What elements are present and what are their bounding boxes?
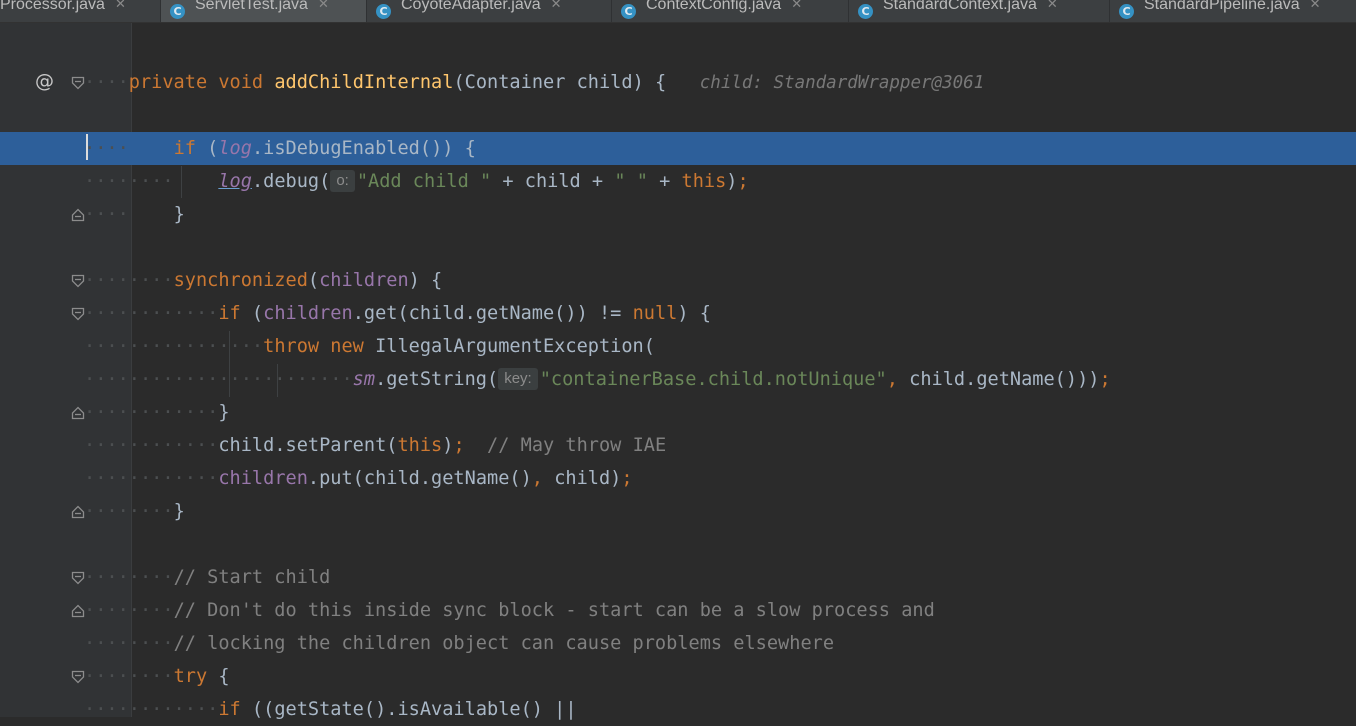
code-text: .isDebugEnabled()) {	[251, 138, 476, 159]
keyword: if	[218, 303, 241, 324]
tab-label: StandardPipeline.java	[1144, 0, 1300, 13]
field-ref: sm	[352, 369, 376, 390]
close-icon[interactable]: ✕	[791, 0, 802, 12]
comment: // Don't do this inside sync block - sta…	[173, 600, 935, 621]
tab-label: CoyoteAdapter.java	[401, 0, 541, 13]
code-text: (	[240, 303, 264, 324]
code-text: .get(child.getName()) !=	[352, 303, 633, 324]
code-text: ,	[531, 468, 543, 489]
class-icon: C	[1119, 3, 1134, 19]
keyword: try	[173, 666, 208, 687]
string-literal: " "	[614, 171, 648, 192]
code-line[interactable]: ········// locking the children object c…	[0, 627, 1356, 660]
code-line[interactable]: ············}	[0, 396, 1356, 429]
code-line[interactable]: ···· }	[0, 198, 1356, 231]
tab-label: StandardContext.java	[883, 0, 1037, 13]
keyword: private void	[128, 72, 264, 93]
keyword: null	[632, 303, 678, 324]
tab-label: ServletTest.java	[195, 0, 308, 13]
code-text: .getString(	[375, 369, 499, 390]
tab-processor-java[interactable]: Processor.java ✕	[0, 0, 161, 22]
comment: // May throw IAE	[464, 435, 667, 456]
string-literal: "containerBase.child.notUnique"	[539, 369, 887, 390]
close-icon[interactable]: ✕	[115, 0, 126, 12]
comment: // Start child	[173, 567, 331, 588]
code-text: ;	[737, 171, 749, 192]
code-text: ;	[453, 435, 465, 456]
parameter-hint: o:	[330, 170, 355, 192]
comment: // locking the children object can cause…	[173, 633, 835, 654]
code-text: }	[218, 402, 230, 423]
code-line[interactable]: ········synchronized(children) {	[0, 264, 1356, 297]
editor-tab-bar: Processor.java ✕ C ServletTest.java ✕ C …	[0, 0, 1356, 23]
code-line[interactable]: ············if (children.get(child.getNa…	[0, 297, 1356, 330]
code-text: +	[647, 171, 682, 192]
code-text: ;	[1099, 369, 1111, 390]
tab-contextconfig-java[interactable]: C ContextConfig.java ✕	[612, 0, 849, 22]
code-text: (Container child) {	[453, 72, 667, 93]
code-text: }	[173, 204, 185, 225]
code-line[interactable]: ········}	[0, 495, 1356, 528]
keyword: if	[173, 138, 196, 159]
close-icon[interactable]: ✕	[551, 0, 562, 12]
code-text: (	[307, 270, 320, 291]
field-ref: log	[218, 171, 252, 192]
parameter-hint: key:	[498, 368, 538, 390]
code-text: ) {	[677, 303, 711, 324]
code-text: )	[442, 435, 454, 456]
field-ref: log	[218, 138, 252, 159]
method-name: addChildInternal	[274, 72, 454, 93]
code-text: )	[726, 171, 738, 192]
code-line[interactable]: ············if ((getState().isAvailable(…	[0, 693, 1356, 726]
code-text: child)	[543, 468, 622, 489]
code-text: child.setParent(	[218, 435, 398, 456]
text-caret	[86, 134, 88, 160]
tab-coyoteadapter-java[interactable]: C CoyoteAdapter.java ✕	[367, 0, 612, 22]
code-text: .put(child.getName()	[307, 468, 532, 489]
tab-standardpipeline-java[interactable]: C StandardPipeline.java ✕	[1110, 0, 1356, 22]
code-line[interactable]: ············children.put(child.getName()…	[0, 462, 1356, 495]
code-line[interactable]: ························sm.getString(key…	[0, 363, 1356, 396]
code-line[interactable]: ····private void addChildInternal(Contai…	[0, 66, 1356, 99]
code-line[interactable]: ············child.setParent(this); // Ma…	[0, 429, 1356, 462]
code-text: }	[173, 501, 185, 522]
close-icon[interactable]: ✕	[1047, 0, 1058, 12]
code-text: IllegalArgumentException(	[363, 336, 655, 357]
code-text: ) {	[408, 270, 443, 291]
code-text: ;	[621, 468, 633, 489]
keyword: this	[397, 435, 443, 456]
field-ref: children	[319, 270, 409, 291]
keyword: this	[681, 171, 727, 192]
code-text: + child +	[491, 171, 615, 192]
tab-servlettest-java[interactable]: C ServletTest.java ✕	[161, 0, 367, 22]
class-icon: C	[376, 3, 391, 19]
class-icon: C	[170, 3, 185, 19]
code-line[interactable]: ········ log.debug(o: "Add child " + chil…	[0, 165, 1356, 198]
code-text: ,	[886, 369, 898, 390]
code-text: (	[207, 138, 219, 159]
string-literal: "Add child "	[356, 171, 492, 192]
code-text: child.getName()))	[897, 369, 1100, 390]
field-ref: children	[218, 468, 308, 489]
class-icon: C	[621, 3, 636, 19]
code-text: {	[207, 666, 230, 687]
tab-label: ContextConfig.java	[646, 0, 782, 13]
keyword: synchronized	[173, 270, 308, 291]
code-line[interactable]: ········// Start child	[0, 561, 1356, 594]
tab-standardcontext-java[interactable]: C StandardContext.java ✕	[849, 0, 1110, 22]
code-line-current[interactable]: ···· if (log.isDebugEnabled()) {	[0, 132, 1356, 165]
code-line[interactable]: ········// Don't do this inside sync blo…	[0, 594, 1356, 627]
class-icon: C	[858, 3, 873, 19]
code-text: .debug(	[251, 171, 331, 192]
close-icon[interactable]: ✕	[318, 0, 329, 12]
close-icon[interactable]: ✕	[1310, 0, 1321, 12]
tab-label: Processor.java	[0, 0, 105, 13]
code-line[interactable]: ················throw new IllegalArgumen…	[0, 330, 1356, 363]
field-ref: children	[263, 303, 353, 324]
debug-inline-value: child: StandardWrapper@3061	[699, 73, 985, 93]
code-line[interactable]: ········try {	[0, 660, 1356, 693]
keyword: throw new	[263, 336, 364, 357]
